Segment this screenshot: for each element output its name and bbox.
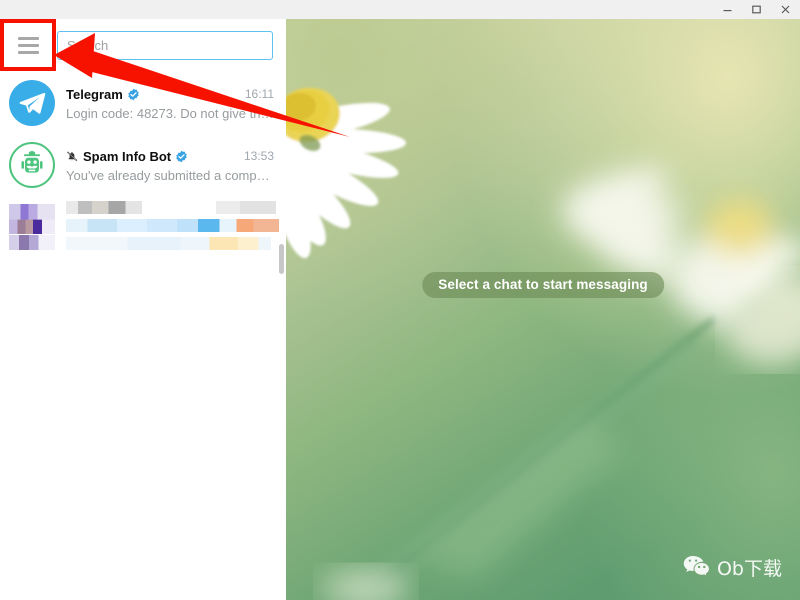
maximize-button[interactable] xyxy=(742,0,771,19)
chat-list-scrollbar[interactable] xyxy=(279,72,284,600)
scrollbar-thumb[interactable] xyxy=(279,244,284,274)
chat-list-item-telegram[interactable]: Telegram 16:11 Login code: 48273. Do not… xyxy=(0,72,286,134)
wechat-icon xyxy=(683,555,710,583)
chat-title: Telegram xyxy=(66,86,123,102)
muted-bell-icon xyxy=(66,150,79,163)
chat-list-item-spam-info-bot[interactable]: Spam Info Bot 13:53 You've already submi… xyxy=(0,134,286,196)
chat-timestamp: 13:53 xyxy=(243,149,274,163)
pixelated-avatar-icon xyxy=(9,204,55,250)
chat-list-item-censored[interactable] xyxy=(0,196,286,258)
chat-preview-text: Login code: 48273. Do not give thi… xyxy=(66,106,274,121)
watermark: Ob下载 xyxy=(683,555,782,583)
telegram-desktop-window: Telegram 16:11 Login code: 48273. Do not… xyxy=(0,0,800,600)
telegram-plane-icon xyxy=(19,93,46,114)
pixelated-timestamp xyxy=(216,201,276,214)
pixelated-content xyxy=(66,199,279,255)
search-input[interactable] xyxy=(57,31,273,60)
pixelated-title xyxy=(66,201,142,214)
menu-button[interactable] xyxy=(0,19,57,72)
chat-item-content: Telegram 16:11 Login code: 48273. Do not… xyxy=(66,85,274,122)
hamburger-icon-bar xyxy=(18,44,39,47)
sidebar: Telegram 16:11 Login code: 48273. Do not… xyxy=(0,19,286,600)
watermark-text: Ob下载 xyxy=(716,557,782,580)
chat-preview-text: You've already submitted a comp… xyxy=(66,168,270,183)
chat-background-image xyxy=(286,19,800,600)
search-container xyxy=(57,31,286,60)
chat-item-content: Spam Info Bot 13:53 You've already submi… xyxy=(66,147,274,184)
sheriff-robot-icon xyxy=(21,150,43,173)
chat-item-header: Telegram 16:11 xyxy=(66,85,274,103)
sidebar-header xyxy=(0,19,286,72)
hamburger-icon-bar xyxy=(18,37,39,40)
chat-title: Spam Info Bot xyxy=(83,148,172,164)
empty-state-message: Select a chat to start messaging xyxy=(422,272,664,298)
pixelated-preview-line xyxy=(66,219,279,232)
chat-area: Select a chat to start messaging Ob下载 xyxy=(286,19,800,600)
close-button[interactable] xyxy=(771,0,800,19)
chat-item-header: Spam Info Bot 13:53 xyxy=(66,147,274,165)
hamburger-icon-bar xyxy=(18,51,39,54)
avatar xyxy=(9,80,55,126)
pixelated-preview-line xyxy=(66,237,271,250)
minimize-button[interactable] xyxy=(713,0,742,19)
title-bar xyxy=(0,0,800,19)
verified-badge-icon xyxy=(175,150,188,163)
avatar xyxy=(9,142,55,188)
chat-list[interactable]: Telegram 16:11 Login code: 48273. Do not… xyxy=(0,72,286,600)
chat-timestamp: 16:11 xyxy=(244,87,274,101)
verified-badge-icon xyxy=(127,88,140,101)
